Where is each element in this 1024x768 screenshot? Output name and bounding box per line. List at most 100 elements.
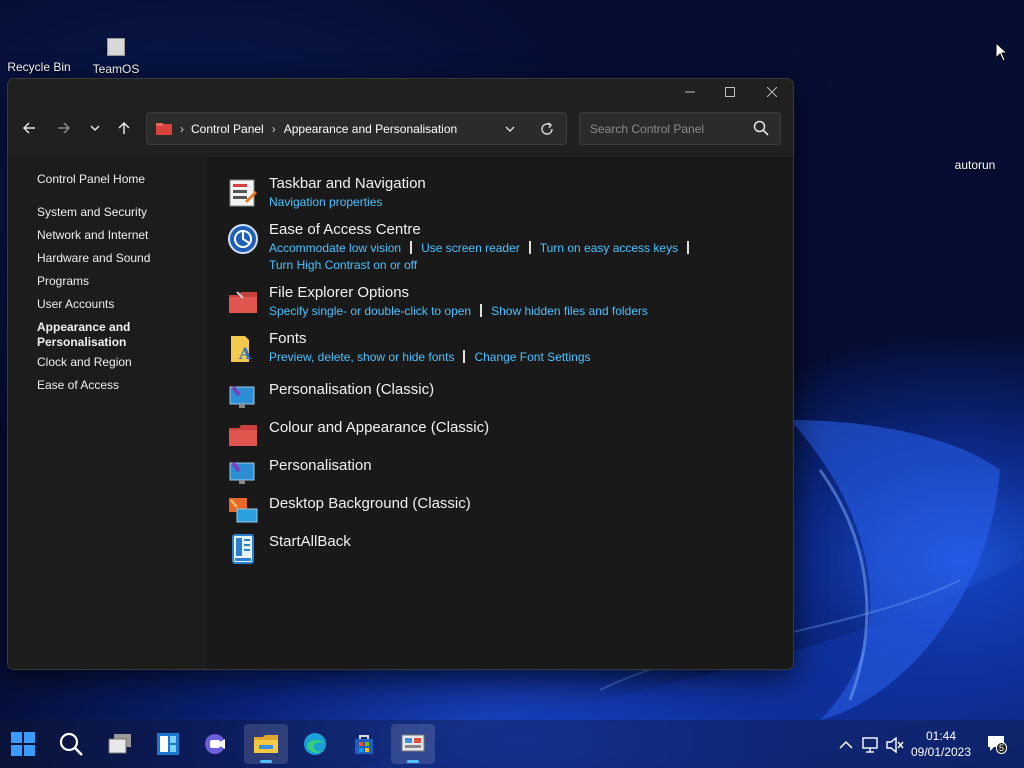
close-icon [767,87,777,97]
taskbar-settings-icon [229,179,257,207]
category-title[interactable]: Taskbar and Navigation [269,175,426,192]
file-explorer-button[interactable] [244,724,288,764]
edge-browser-icon [304,733,326,755]
personalisation-classic-icon [229,385,255,408]
refresh-icon[interactable] [540,122,554,136]
category-title[interactable]: Desktop Background (Classic) [269,495,471,512]
teams-chat-button[interactable] [195,724,239,764]
widgets-button[interactable] [146,724,190,764]
back-button[interactable] [16,115,42,141]
microsoft-store-button[interactable] [342,724,386,764]
folder-options-icon [229,291,257,313]
notification-center-button[interactable]: 5 [986,734,1008,756]
notification-count-badge: 5 [996,742,1008,754]
link-separator [410,241,413,254]
colour-appearance-folder-icon [229,425,257,446]
navigation-toolbar: › Control Panel › Appearance and Persona… [8,112,793,148]
sidebar-item-ease-of-access[interactable]: Ease of Access [37,378,119,393]
forward-button[interactable] [51,115,77,141]
category-title[interactable]: Ease of Access Centre [269,221,421,238]
running-indicator [260,760,272,763]
link-separator [528,241,531,254]
ease-of-access-icon [228,224,258,254]
link-show-hidden-files[interactable]: Show hidden files and folders [491,304,648,318]
search-input[interactable] [588,121,752,137]
edge-button[interactable] [293,724,337,764]
sidebar-item-programs[interactable]: Programs [37,274,89,289]
category-title[interactable]: Personalisation [269,457,372,474]
minimize-icon [685,91,695,93]
search-icon [59,732,83,756]
autorun-label: autorun [954,158,996,172]
maximize-button[interactable] [710,79,750,105]
maximize-icon [725,87,735,97]
network-icon[interactable] [862,737,880,753]
up-button[interactable] [111,115,137,141]
windows-logo-icon [11,732,35,756]
category-links: Specify single- or double-click to open S… [269,303,699,320]
chevron-down-icon [90,125,100,132]
svg-text:A: A [238,344,252,363]
breadcrumb-separator-icon: › [180,121,184,136]
link-separator [687,241,690,254]
link-turn-high-contrast[interactable]: Turn High Contrast on or off [269,258,417,272]
breadcrumb-control-panel[interactable]: Control Panel [191,122,264,136]
breadcrumb-appearance[interactable]: Appearance and Personalisation [284,122,457,136]
link-single-double-click[interactable]: Specify single- or double-click to open [269,304,471,318]
up-arrow-icon [118,121,130,134]
category-links: Accommodate low vision Use screen reader T… [269,240,699,274]
close-button[interactable] [752,79,792,105]
link-separator [480,304,483,317]
link-accommodate-low-vision[interactable]: Accommodate low vision [269,241,401,255]
autorun-desktop-label[interactable]: autorun [940,158,1010,172]
link-turn-on-easy-access-keys[interactable]: Turn on easy access keys [540,241,678,255]
back-arrow-icon [22,122,35,134]
sidebar-item-system-and-security[interactable]: System and Security [37,205,147,220]
sidebar-item-appearance-and-personalisation[interactable]: Appearance and Personalisation [37,320,147,350]
category-title[interactable]: Fonts [269,330,307,347]
search-box[interactable] [579,112,781,145]
sidebar-item-network-and-internet[interactable]: Network and Internet [37,228,148,243]
link-use-screen-reader[interactable]: Use screen reader [421,241,520,255]
address-bar[interactable]: › Control Panel › Appearance and Persona… [146,112,567,145]
search-taskbar-button[interactable] [49,724,93,764]
teamos-label: TeamOS [92,62,140,76]
volume-muted-icon[interactable] [886,737,904,753]
category-links: Navigation properties [269,194,699,211]
personalisation-icon [229,461,255,484]
recycle-bin-label: Recycle Bin [7,60,71,74]
teamos-desktop-icon[interactable]: TeamOS [84,38,148,76]
sidebar-item-control-panel-home[interactable]: Control Panel Home [37,172,145,187]
search-icon[interactable] [753,120,769,136]
widgets-icon [157,733,179,755]
sidebar-item-hardware-and-sound[interactable]: Hardware and Sound [37,251,150,266]
category-title[interactable]: Colour and Appearance (Classic) [269,419,489,436]
recycle-bin-desktop-icon[interactable]: Recycle Bin [4,40,74,74]
link-navigation-properties[interactable]: Navigation properties [269,195,382,209]
store-bag-icon [355,735,373,754]
sidebar-item-user-accounts[interactable]: User Accounts [37,297,114,312]
task-view-button[interactable] [98,724,142,764]
control-panel-taskbar-button[interactable] [391,724,435,764]
folder-icon [254,735,278,753]
link-separator [463,350,466,363]
sidebar-item-clock-and-region[interactable]: Clock and Region [37,355,132,370]
link-preview-fonts[interactable]: Preview, delete, show or hide fonts [269,350,454,364]
clock-date: 09/01/2023 [910,745,972,759]
taskbar-clock[interactable]: 01:44 09/01/2023 [905,728,977,760]
minimize-button[interactable] [670,79,710,105]
task-view-icon [108,734,131,754]
category-title[interactable]: StartAllBack [269,533,351,550]
sidebar: Control Panel Home System and Security N… [8,157,207,669]
video-chat-icon [205,734,225,754]
address-dropdown-icon[interactable] [505,125,515,133]
forward-arrow-icon [58,122,71,134]
link-change-font-settings[interactable]: Change Font Settings [474,350,590,364]
title-bar[interactable] [8,79,793,111]
running-indicator [407,760,419,763]
category-title[interactable]: Personalisation (Classic) [269,381,434,398]
recent-locations-button[interactable] [82,115,108,141]
category-title[interactable]: File Explorer Options [269,284,409,301]
show-hidden-icons-chevron-icon[interactable] [839,740,853,750]
start-button[interactable] [1,724,45,764]
